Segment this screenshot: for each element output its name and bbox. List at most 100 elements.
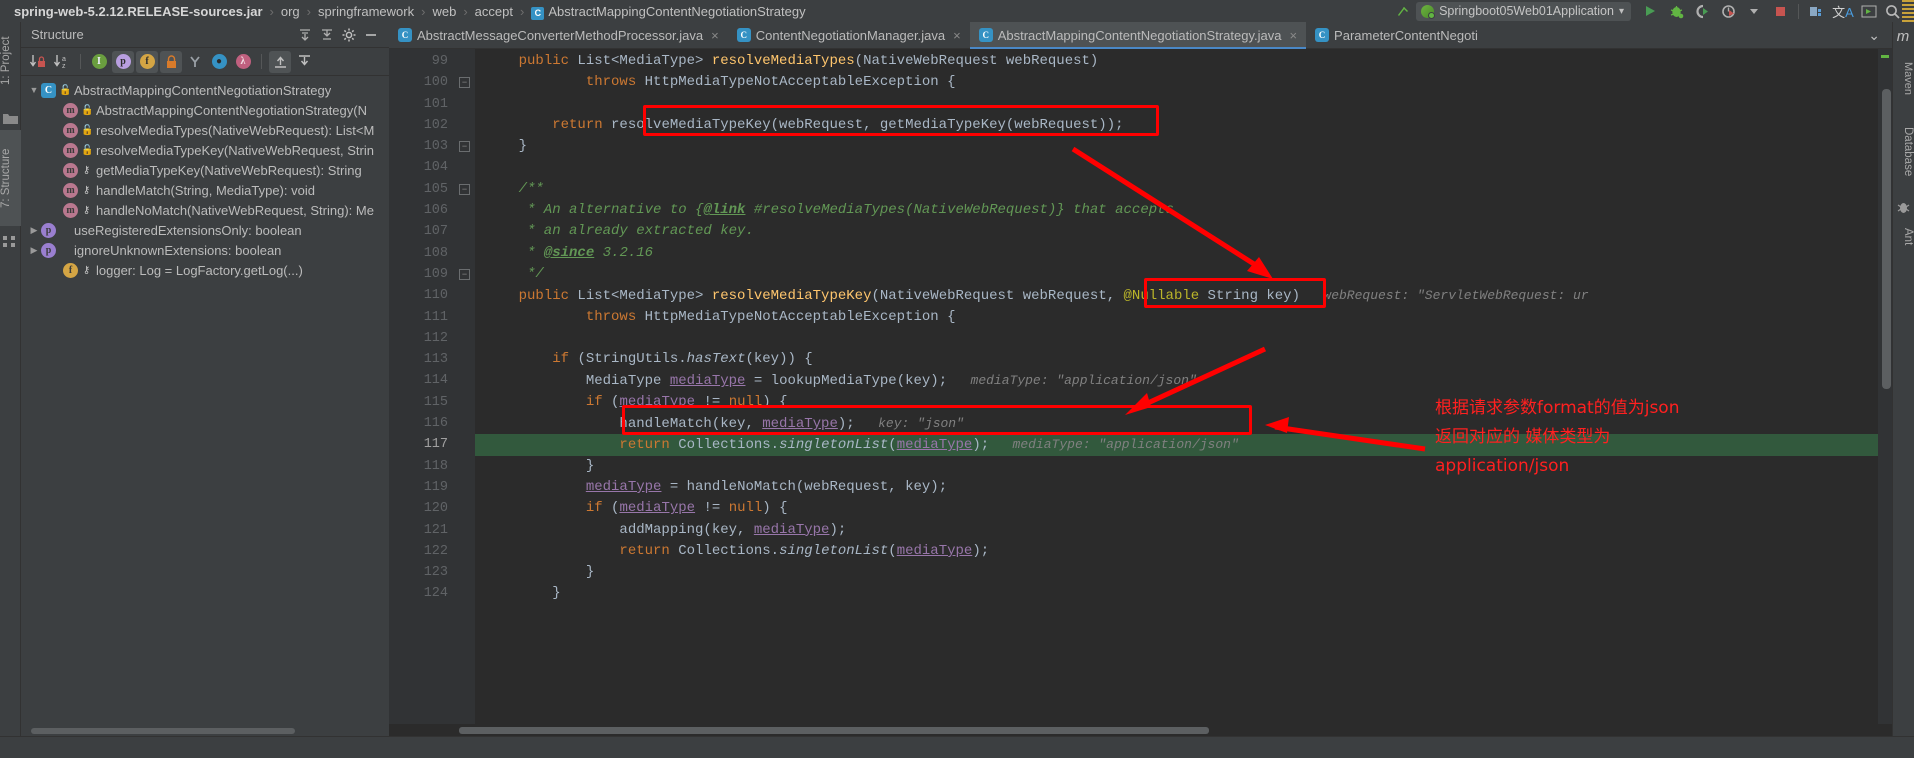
- code-line[interactable]: [475, 328, 1878, 349]
- terminal-button[interactable]: [1856, 1, 1882, 21]
- error-stripe-gutter[interactable]: [1878, 49, 1892, 724]
- code-line[interactable]: addMapping(key, mediaType);: [475, 520, 1878, 541]
- run-button[interactable]: [1637, 1, 1663, 21]
- code-line[interactable]: if (mediaType != null) {: [475, 498, 1878, 519]
- code-line[interactable]: */: [475, 264, 1878, 285]
- run-with-coverage-button[interactable]: [1689, 1, 1715, 21]
- editor-tab-bar[interactable]: C AbstractMessageConverterMethodProcessor…: [389, 22, 1892, 49]
- tool-window-maven[interactable]: Maven: [1892, 52, 1914, 106]
- sort-by-visibility-button[interactable]: [27, 51, 49, 73]
- chevron-right-icon[interactable]: ▶: [27, 225, 41, 236]
- code-line[interactable]: * @since 3.2.16: [475, 243, 1878, 264]
- debug-button[interactable]: [1663, 1, 1689, 21]
- code-line[interactable]: mediaType = handleNoMatch(webRequest, ke…: [475, 477, 1878, 498]
- code-line[interactable]: public List<MediaType> resolveMediaTypeK…: [475, 285, 1878, 306]
- code-line[interactable]: [475, 94, 1878, 115]
- close-icon[interactable]: ×: [711, 28, 719, 43]
- chevron-down-icon[interactable]: ▼: [27, 85, 41, 95]
- search-everywhere-icon[interactable]: [1882, 1, 1902, 21]
- hide-toolbar-icon[interactable]: [1390, 1, 1416, 21]
- tree-item[interactable]: ▶ p ignoreUnknownExtensions: boolean: [21, 240, 389, 260]
- code-line[interactable]: /**: [475, 179, 1878, 200]
- profile-button[interactable]: [1715, 1, 1741, 21]
- code-line[interactable]: return Collections.singletonList(mediaTy…: [475, 434, 1878, 456]
- close-icon[interactable]: ×: [953, 28, 961, 43]
- sidebar-item-structure[interactable]: 7: Structure: [0, 130, 21, 226]
- sort-alphabetically-button[interactable]: az: [51, 51, 73, 73]
- gear-icon[interactable]: [339, 25, 359, 45]
- group-methods-button[interactable]: [184, 51, 206, 73]
- tree-item[interactable]: ▶ p useRegisteredExtensionsOnly: boolean: [21, 220, 389, 240]
- code-line[interactable]: throws HttpMediaTypeNotAcceptableExcepti…: [475, 72, 1878, 93]
- code-line[interactable]: if (mediaType != null) {: [475, 392, 1878, 413]
- tree-item[interactable]: m 🔓 resolveMediaTypes(NativeWebRequest): L…: [21, 120, 389, 140]
- breadcrumb-item[interactable]: accept: [475, 4, 513, 19]
- fold-toggle-icon[interactable]: −: [459, 183, 470, 195]
- tree-item[interactable]: m ⚷ handleNoMatch(NativeWebRequest, String…: [21, 200, 389, 220]
- show-non-public-button[interactable]: [160, 50, 182, 73]
- profile-dropdown-icon[interactable]: [1741, 1, 1767, 21]
- expand-all-tree-button[interactable]: [269, 50, 291, 73]
- structure-tree[interactable]: ▼ C 🔓 AbstractMappingContentNegotiationStra…: [21, 76, 389, 725]
- code-line[interactable]: }: [475, 562, 1878, 583]
- fold-toggle-icon[interactable]: −: [459, 77, 470, 89]
- breadcrumb-item[interactable]: org: [281, 4, 300, 19]
- code-text-area[interactable]: public List<MediaType> resolveMediaTypes…: [475, 49, 1878, 724]
- code-line[interactable]: * An alternative to {@link #resolveMedia…: [475, 200, 1878, 221]
- hide-panel-icon[interactable]: [361, 25, 381, 45]
- collapse-all-icon[interactable]: [317, 25, 337, 45]
- tool-window-maven-icon[interactable]: m: [1892, 26, 1914, 48]
- tree-item[interactable]: m 🔓 AbstractMappingContentNegotiationStrat…: [21, 100, 389, 120]
- breadcrumb-item[interactable]: web: [432, 4, 456, 19]
- translate-button[interactable]: 文A: [1830, 1, 1856, 21]
- chevron-down-icon[interactable]: ⌄: [1862, 27, 1886, 44]
- show-properties-button[interactable]: p: [112, 50, 134, 73]
- tree-item[interactable]: m ⚷ handleMatch(String, MediaType): void: [21, 180, 389, 200]
- code-line[interactable]: }: [475, 583, 1878, 604]
- editor-tab[interactable]: C ParameterContentNegoti: [1306, 22, 1487, 48]
- tool-window-ant[interactable]: Ant: [1892, 218, 1914, 256]
- show-fields-button[interactable]: f: [136, 50, 158, 73]
- collapse-all-tree-button[interactable]: [293, 51, 315, 73]
- code-line[interactable]: handleMatch(key, mediaType); key: "json": [475, 413, 1878, 434]
- structure-horizontal-scrollbar[interactable]: [21, 725, 389, 736]
- fold-toggle-icon[interactable]: −: [459, 268, 470, 280]
- code-folding-column[interactable]: − − − −: [455, 49, 475, 724]
- code-line[interactable]: if (StringUtils.hasText(key)) {: [475, 349, 1878, 370]
- project-structure-button[interactable]: [1804, 1, 1830, 21]
- tree-item[interactable]: f ⚷ logger: Log = LogFactory.getLog(...): [21, 260, 389, 280]
- code-line[interactable]: MediaType mediaType = lookupMediaType(ke…: [475, 370, 1878, 391]
- stop-button[interactable]: [1767, 1, 1793, 21]
- show-lambdas-button[interactable]: λ: [232, 51, 254, 73]
- tree-item[interactable]: m 🔓 resolveMediaTypeKey(NativeWebRequest, …: [21, 140, 389, 160]
- tree-item[interactable]: ▼ C 🔓 AbstractMappingContentNegotiationStra…: [21, 80, 389, 100]
- scrollbar-thumb[interactable]: [31, 728, 295, 734]
- show-anonymous-classes-button[interactable]: ●: [208, 51, 230, 73]
- tree-item[interactable]: m ⚷ getMediaTypeKey(NativeWebRequest): Str…: [21, 160, 389, 180]
- show-inherited-button[interactable]: I: [88, 51, 110, 73]
- code-line[interactable]: throws HttpMediaTypeNotAcceptableExcepti…: [475, 307, 1878, 328]
- editor-tab[interactable]: C ContentNegotiationManager.java ×: [728, 22, 970, 48]
- fold-toggle-icon[interactable]: −: [459, 141, 470, 153]
- code-line[interactable]: return resolveMediaTypeKey(webRequest, g…: [475, 115, 1878, 136]
- editor-tab[interactable]: C AbstractMessageConverterMethodProcessor…: [389, 22, 728, 48]
- code-editor[interactable]: 99 100 101 102 103 104 105 106 107 108 109 110 111 11…: [389, 49, 1892, 724]
- code-line[interactable]: [475, 157, 1878, 178]
- breadcrumb-item[interactable]: springframework: [318, 4, 414, 19]
- tool-window-database[interactable]: Database: [1892, 114, 1914, 190]
- code-line[interactable]: }: [475, 136, 1878, 157]
- scrollbar-thumb[interactable]: [459, 727, 1209, 734]
- sidebar-item-project[interactable]: 1: Project: [0, 22, 21, 100]
- code-line[interactable]: }: [475, 456, 1878, 477]
- expand-all-icon[interactable]: [295, 25, 315, 45]
- close-icon[interactable]: ×: [1289, 28, 1297, 43]
- code-line[interactable]: public List<MediaType> resolveMediaTypes…: [475, 51, 1878, 72]
- breadcrumb[interactable]: spring-web-5.2.12.RELEASE-sources.jar › or…: [14, 4, 806, 20]
- editor-tab[interactable]: C AbstractMappingContentNegotiationStrate…: [969, 22, 1307, 49]
- editor-vertical-scrollbar[interactable]: [1882, 89, 1891, 389]
- breadcrumb-item[interactable]: spring-web-5.2.12.RELEASE-sources.jar: [14, 4, 263, 19]
- breadcrumb-item[interactable]: C AbstractMappingContentNegotiationStrate…: [531, 4, 806, 20]
- code-line[interactable]: * an already extracted key.: [475, 221, 1878, 242]
- run-configuration-selector[interactable]: Springboot05Web01Application ▾: [1416, 1, 1631, 21]
- editor-horizontal-scrollbar[interactable]: [389, 724, 1892, 736]
